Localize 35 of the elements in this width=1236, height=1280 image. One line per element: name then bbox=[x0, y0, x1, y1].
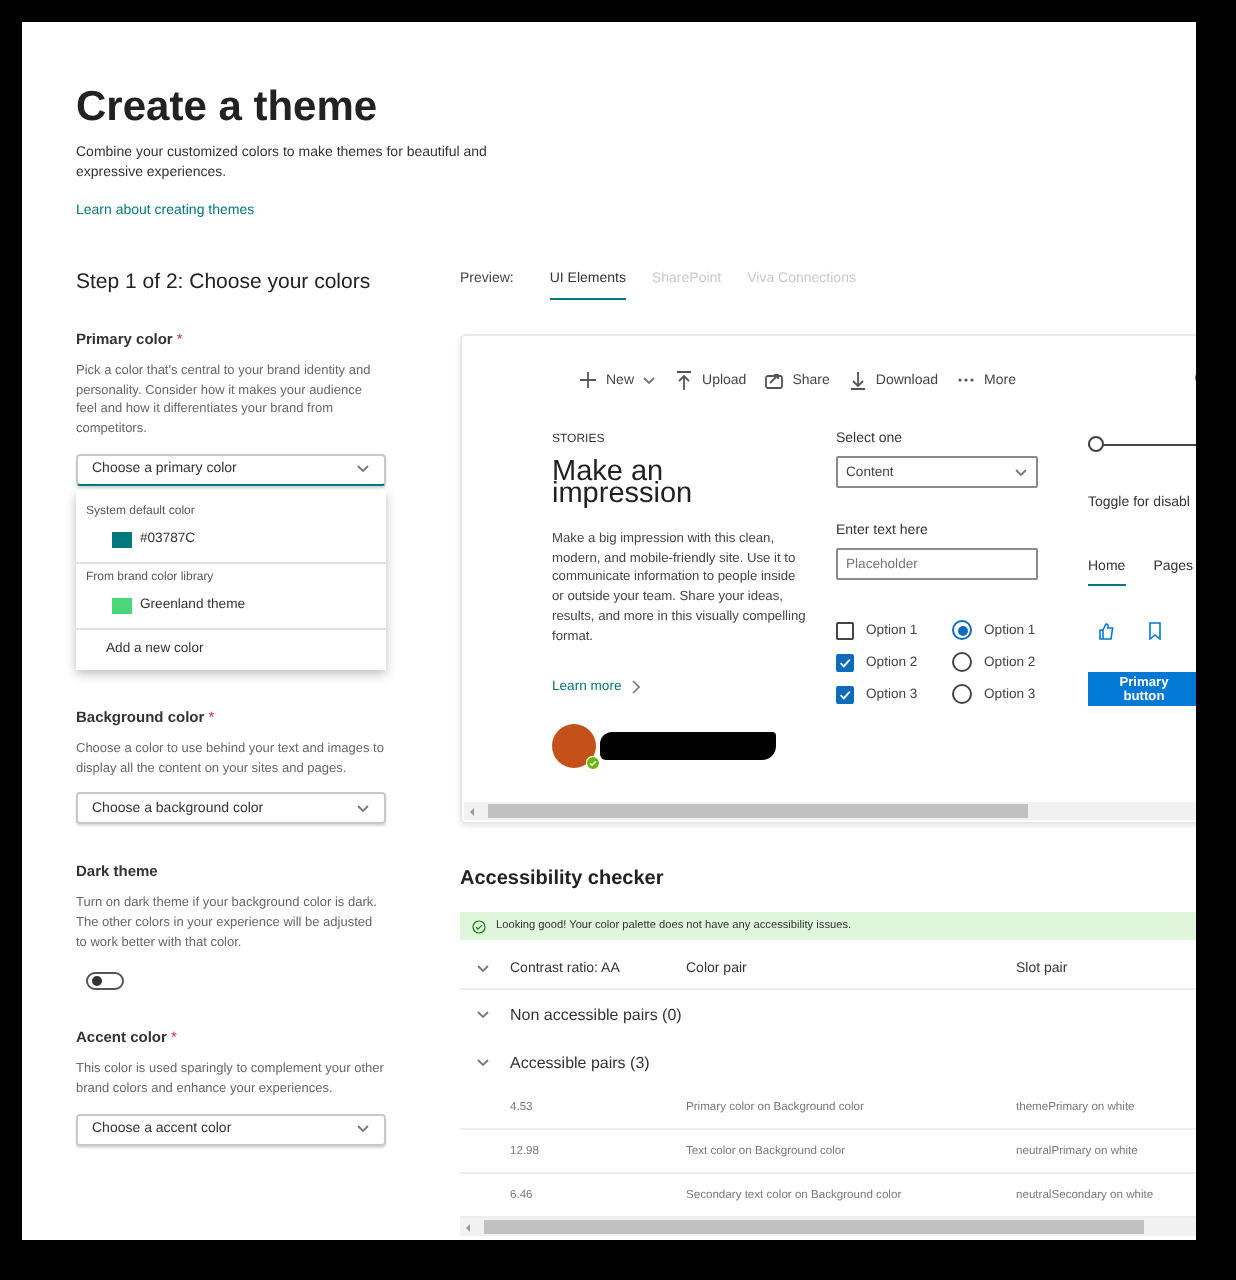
radio-button[interactable] bbox=[952, 652, 972, 672]
chevron-right-icon bbox=[631, 680, 640, 695]
chevron-down-icon bbox=[476, 1057, 490, 1067]
chevron-down-icon bbox=[356, 464, 370, 475]
radio-button[interactable] bbox=[952, 620, 972, 640]
page-title: Create a theme bbox=[76, 84, 380, 132]
slider-thumb[interactable] bbox=[1088, 436, 1104, 452]
upload-icon bbox=[674, 370, 695, 390]
check-circle-icon bbox=[472, 919, 486, 933]
checkbox[interactable] bbox=[836, 685, 854, 703]
horizontal-scrollbar[interactable] bbox=[464, 802, 1196, 820]
presence-check-icon bbox=[586, 756, 600, 771]
group-header[interactable]: Non accessible pairs (0) bbox=[510, 1005, 1016, 1023]
story-heading: Make an impression bbox=[552, 462, 695, 506]
plus-icon bbox=[578, 370, 598, 390]
chevron-down-icon bbox=[642, 375, 657, 385]
toggle-switch[interactable] bbox=[86, 972, 124, 991]
checkbox[interactable] bbox=[836, 653, 854, 671]
check-icon bbox=[838, 687, 852, 701]
chevron-down-icon bbox=[356, 1124, 370, 1135]
step-heading: Step 1 of 2: Choose your colors bbox=[76, 268, 373, 296]
chevron-down-icon bbox=[476, 963, 490, 973]
thumbs-up-icon bbox=[1098, 622, 1114, 640]
download-icon bbox=[847, 370, 868, 390]
share-icon bbox=[764, 370, 785, 390]
checker-title: Accessibility checker bbox=[460, 868, 666, 892]
chevron-down-icon bbox=[1014, 467, 1028, 477]
bookmark-icon bbox=[1148, 622, 1162, 640]
chevron-down-icon bbox=[356, 803, 370, 814]
horizontal-scrollbar[interactable] bbox=[460, 1218, 1196, 1236]
group-header[interactable]: Accessible pairs (3) bbox=[510, 1053, 1016, 1071]
radio-button[interactable] bbox=[952, 684, 972, 704]
check-icon bbox=[838, 655, 852, 669]
checkbox[interactable] bbox=[836, 621, 854, 639]
chevron-down-icon bbox=[476, 1009, 490, 1019]
